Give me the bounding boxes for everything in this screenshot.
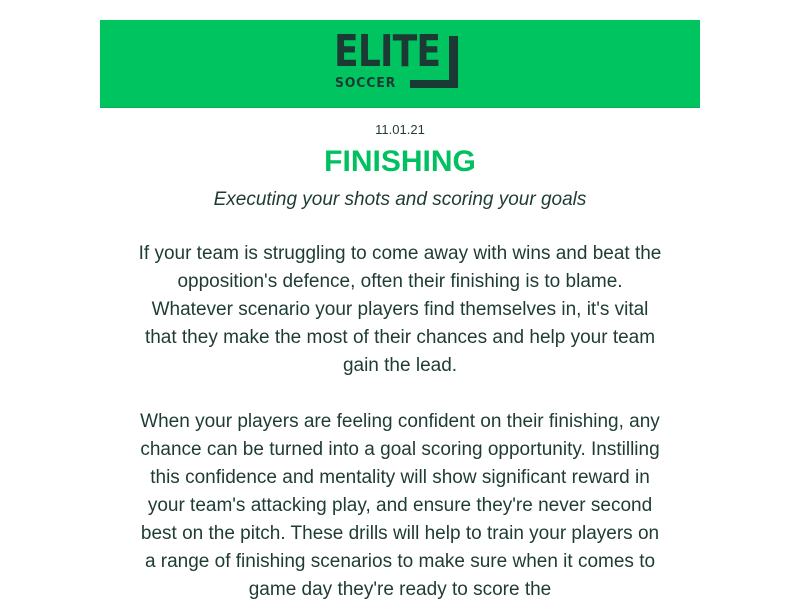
article-title: FINISHING	[324, 145, 476, 178]
logo-bracket-vertical	[449, 36, 458, 82]
body-paragraph-2: When your players are feeling confident …	[140, 411, 660, 600]
header-banner: ELITE SOCCER	[100, 20, 700, 108]
issue-date: 11.01.21	[375, 122, 425, 137]
article-subtitle: Executing your shots and scoring your go…	[213, 189, 587, 210]
logo-wordmark-elite: ELITE	[334, 26, 441, 77]
article-body: If your team is struggling to come away …	[135, 240, 665, 600]
logo-bracket-corner	[410, 78, 458, 88]
email-container: ELITE SOCCER 11.01.21 FINISHING Executin…	[100, 20, 700, 600]
logo-wordmark-soccer: SOCCER	[335, 76, 397, 91]
body-paragraph-1: If your team is struggling to come away …	[138, 243, 662, 376]
elite-soccer-logo[interactable]: ELITE SOCCER	[334, 30, 466, 94]
